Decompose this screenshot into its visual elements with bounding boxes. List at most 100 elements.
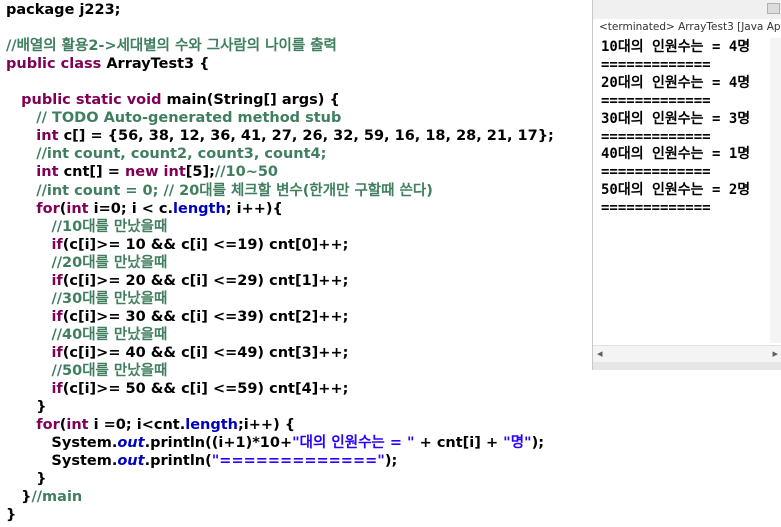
- code-line: int c[] = {56, 38, 12, 36, 41, 27, 26, 3…: [6, 127, 554, 145]
- code-token: (c[i]>= 30 && c[i] <=39) cnt[2]++;: [62, 308, 349, 325]
- code-line: public class ArrayTest3 {: [6, 55, 209, 73]
- code-token: //10~50: [214, 164, 279, 181]
- console-output[interactable]: 10대의 인원수는 = 4명 ============= 20대의 인원수는 = 4…: [593, 38, 771, 343]
- code-token: main(String[] args) {: [166, 92, 340, 109]
- code-token: int: [36, 164, 64, 181]
- code-line: if(c[i]>= 20 && c[i] <=29) cnt[1]++;: [6, 272, 348, 290]
- code-line: //20대를 만났을때: [6, 254, 167, 272]
- code-line: }//main: [6, 488, 82, 506]
- console-menu-button[interactable]: [767, 3, 780, 14]
- code-line: for(int i=0; i < c.length; i++){: [6, 200, 283, 218]
- code-token: if: [51, 308, 63, 325]
- console-toolbar: [593, 0, 781, 19]
- code-token: //int count = 0; // 20대를 체크할 변수(한개만 구할때 …: [36, 182, 433, 199]
- code-token: "명": [503, 435, 532, 452]
- chevron-left-icon[interactable]: ◂: [597, 346, 603, 362]
- console-line: 40대의 인원수는 = 1명: [601, 146, 751, 163]
- code-line: //10대를 만났을때: [6, 218, 167, 236]
- console-status-label: <terminated> ArrayTest3 [Java Ap: [599, 21, 781, 33]
- code-token: "대의 인원수는 = ": [292, 435, 415, 452]
- code-token: (c[i]>= 10 && c[i] <=19) cnt[0]++;: [62, 236, 349, 253]
- console-line: =============: [601, 128, 711, 145]
- code-token: length: [173, 200, 226, 217]
- code-token: //30대를 만났을때: [51, 290, 168, 307]
- console-line: =============: [601, 200, 711, 217]
- code-line: //배열의 활용2->세대별의 수와 그사람의 나이를 출력: [6, 37, 337, 55]
- code-line: if(c[i]>= 40 && c[i] <=49) cnt[3]++;: [6, 344, 348, 362]
- code-token: (c[i]>= 40 && c[i] <=49) cnt[3]++;: [62, 344, 349, 361]
- console-line: 10대의 인원수는 = 4명: [601, 39, 751, 55]
- code-line: }: [6, 470, 47, 488]
- code-token: .println(: [144, 453, 212, 470]
- code-token: public static void: [21, 92, 167, 109]
- code-token: );: [531, 435, 545, 452]
- chevron-right-icon[interactable]: ▸: [772, 346, 778, 362]
- code-token: }: [6, 471, 47, 488]
- code-line: if(c[i]>= 30 && c[i] <=39) cnt[2]++;: [6, 308, 348, 326]
- code-line: package j223;: [6, 1, 121, 19]
- code-token: cnt[] =: [63, 164, 125, 181]
- console-line: =============: [601, 92, 711, 109]
- code-token: length: [185, 417, 238, 434]
- code-token: if: [51, 344, 63, 361]
- code-token: //40대를 만났을때: [51, 326, 168, 343]
- code-token: if: [51, 272, 63, 289]
- code-token: //배열의 활용2->세대별의 수와 그사람의 나이를 출력: [6, 38, 337, 55]
- code-token: for: [36, 417, 60, 434]
- code-line: if(c[i]>= 10 && c[i] <=19) cnt[0]++;: [6, 236, 348, 254]
- code-line: System.out.println((i+1)*10+"대의 인원수는 = "…: [6, 434, 544, 452]
- horizontal-scrollbar[interactable]: ◂ ▸: [593, 345, 781, 362]
- code-token: int: [66, 200, 94, 217]
- code-token: }: [6, 489, 32, 506]
- code-token: i=0; i < c.: [93, 200, 174, 217]
- console-line: 50대의 인원수는 = 2명: [601, 182, 751, 199]
- code-line: public static void main(String[] args) {: [6, 91, 340, 109]
- code-token: "=============": [211, 453, 385, 470]
- code-token: }: [6, 399, 47, 416]
- console-line: 20대의 인원수는 = 4명: [601, 74, 751, 91]
- code-token: if: [51, 236, 63, 253]
- code-token: .println((i+1)*10+: [144, 435, 293, 452]
- code-token: //int count, count2, count3, count4;: [36, 146, 327, 163]
- code-token: int: [36, 128, 64, 145]
- code-line: //50대를 만났을때: [6, 362, 167, 380]
- code-line: //40대를 만났을때: [6, 326, 167, 344]
- code-token: if: [51, 381, 63, 398]
- vertical-scrollbar[interactable]: [770, 38, 781, 343]
- code-line: // TODO Auto-generated method stub: [6, 109, 341, 127]
- code-line: //int count, count2, count3, count4;: [6, 145, 326, 163]
- code-token: (c[i]>= 20 && c[i] <=29) cnt[1]++;: [62, 272, 349, 289]
- code-token: public class: [6, 56, 107, 73]
- code-token: //20대를 만났을때: [51, 254, 168, 271]
- code-line: //30대를 만났을때: [6, 290, 167, 308]
- code-token: System.: [6, 453, 118, 470]
- code-line: //int count = 0; // 20대를 체크할 변수(한개만 구할때 …: [6, 182, 433, 200]
- code-line: }: [6, 506, 16, 524]
- code-token: for: [36, 200, 60, 217]
- code-token: );: [384, 453, 398, 470]
- code-token: out: [117, 453, 145, 470]
- code-token: ArrayTest3 {: [106, 56, 210, 73]
- code-line: if(c[i]>= 50 && c[i] <=59) cnt[4]++;: [6, 380, 348, 398]
- code-token: i =0; i<cnt.: [93, 417, 186, 434]
- code-token: // TODO Auto-generated method stub: [36, 110, 342, 127]
- code-token: [5];: [185, 164, 215, 181]
- code-line: }: [6, 398, 47, 416]
- console-line: =============: [601, 164, 711, 181]
